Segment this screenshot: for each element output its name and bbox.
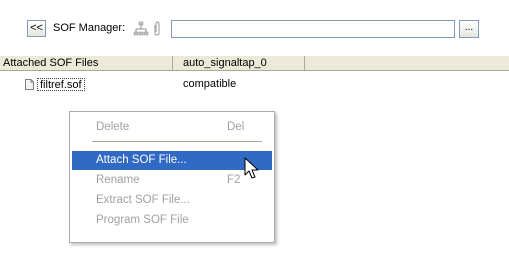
table-row[interactable]: filtref.sof compatible	[0, 78, 509, 92]
menu-item-label: Delete	[96, 121, 130, 133]
menu-item-label: Rename	[96, 174, 140, 186]
sof-manager-label: SOF Manager:	[53, 22, 126, 34]
menu-item-label: Extract SOF File...	[96, 194, 190, 206]
sof-file-status: compatible	[183, 78, 237, 90]
sof-path-field[interactable]	[171, 20, 455, 38]
menu-item-shortcut: Del	[227, 121, 245, 133]
paperclip-icon[interactable]	[151, 21, 163, 37]
document-icon	[25, 79, 34, 90]
menu-item-attach-sof-file[interactable]: Attach SOF File...	[72, 151, 272, 170]
menu-item-label: Attach SOF File...	[96, 154, 187, 166]
menu-separator	[92, 141, 262, 142]
menu-item-delete[interactable]: Delete Del	[72, 118, 272, 137]
context-menu: Delete Del Attach SOF File... Rename F2 …	[69, 111, 275, 243]
collapse-button[interactable]: <<	[27, 20, 46, 37]
menu-item-program-sof-file[interactable]: Program SOF File	[72, 211, 272, 230]
browse-button[interactable]: ...	[459, 20, 479, 38]
menu-item-shortcut: F2	[227, 174, 241, 186]
table-header: Attached SOF Files auto_signaltap_0	[0, 56, 509, 71]
column-header-instance[interactable]: auto_signaltap_0	[173, 56, 305, 70]
sof-file-name[interactable]: filtref.sof	[37, 78, 85, 91]
sof-manager-toolbar: << SOF Manager: ...	[0, 0, 509, 52]
jtag-chain-icon[interactable]	[133, 21, 149, 37]
menu-item-rename[interactable]: Rename F2	[72, 171, 272, 190]
menu-item-extract-sof-file[interactable]: Extract SOF File...	[72, 191, 272, 210]
column-header-attached-sof-files[interactable]: Attached SOF Files	[0, 56, 173, 70]
menu-item-label: Program SOF File	[96, 214, 189, 226]
